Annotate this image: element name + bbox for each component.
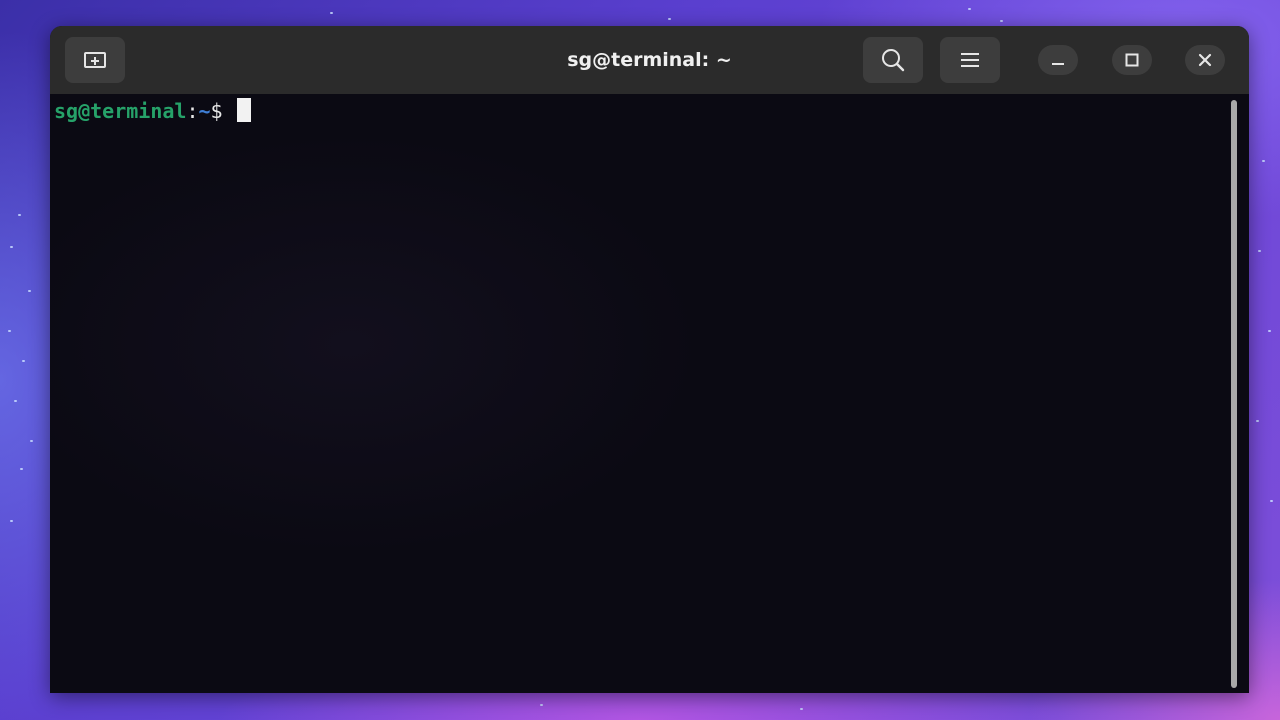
scrollbar-thumb[interactable] xyxy=(1231,100,1237,688)
prompt-path: ~ xyxy=(198,99,211,123)
hamburger-menu-icon xyxy=(961,53,979,67)
maximize-button[interactable] xyxy=(1112,45,1152,75)
search-icon xyxy=(882,49,905,72)
minimize-icon xyxy=(1052,63,1064,65)
prompt-line: sg@terminal:~$ xyxy=(54,97,251,125)
new-tab-icon xyxy=(84,52,106,68)
prompt-user-host: sg@terminal xyxy=(54,99,187,123)
new-tab-button[interactable] xyxy=(65,37,125,83)
close-button[interactable] xyxy=(1185,45,1225,75)
terminal-area[interactable]: sg@terminal:~$ xyxy=(50,94,1249,693)
maximize-icon xyxy=(1125,53,1139,67)
prompt-colon: : xyxy=(186,99,199,123)
title-bar[interactable]: sg@terminal: ~ xyxy=(50,26,1249,94)
terminal-window: sg@terminal: ~ sg@terminal:~$ xyxy=(50,26,1249,693)
menu-button[interactable] xyxy=(940,37,1000,83)
vertical-scrollbar[interactable] xyxy=(1229,100,1239,688)
text-cursor xyxy=(236,98,251,122)
search-button[interactable] xyxy=(863,37,923,83)
close-icon xyxy=(1198,53,1212,67)
minimize-button[interactable] xyxy=(1038,45,1078,75)
prompt-symbol: $ xyxy=(210,99,235,123)
